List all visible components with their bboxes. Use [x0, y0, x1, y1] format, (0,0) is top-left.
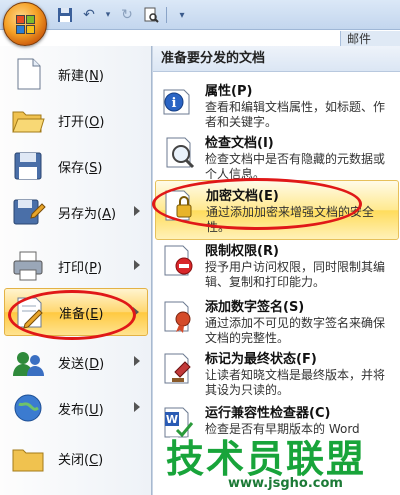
submenu-arrow-icon — [134, 260, 140, 270]
publish-icon — [10, 390, 46, 426]
compatibility-checker-item[interactable]: W 运行兼容性检查器(C) 检查是否有早期版本的 Word — [155, 398, 399, 441]
new-command[interactable]: 新建(N) — [4, 50, 148, 98]
submenu-arrow-icon — [134, 206, 140, 216]
publish-command[interactable]: 发布(U) — [4, 384, 148, 432]
close-folder-icon — [10, 440, 46, 476]
save-command[interactable]: 保存(S) — [4, 142, 148, 190]
new-label: 新建(N) — [58, 68, 104, 84]
save-icon — [10, 148, 46, 184]
save-icon[interactable] — [56, 6, 74, 24]
toolbar-divider — [166, 7, 167, 23]
save-as-label: 另存为(A) — [58, 206, 117, 222]
submenu-arrow-icon — [134, 356, 140, 366]
svg-text:W: W — [166, 413, 178, 426]
save-as-command[interactable]: 另存为(A) — [4, 188, 148, 236]
send-command[interactable]: 发送(D) — [4, 338, 148, 386]
open-folder-icon — [10, 102, 46, 138]
prepare-submenu: 准备要分发的文档 i 属性(P) 查看和编辑文档属性，如标题、作者和关键字。 检… — [152, 46, 400, 495]
digital-signature-item[interactable]: 添加数字签名(S) 通过添加不可见的数字签名来确保文档的完整性。 — [155, 292, 399, 350]
send-label: 发送(D) — [58, 356, 105, 372]
mark-final-icon — [161, 350, 197, 386]
undo-dropdown-icon[interactable]: ▾ — [104, 6, 112, 24]
prepare-icon — [11, 294, 47, 330]
mark-final-item[interactable]: 标记为最终状态(F) 让读者知晓文档是最终版本，并将其设为只读的。 — [155, 344, 399, 402]
submenu-arrow-icon — [133, 307, 139, 317]
open-label: 打开(O) — [58, 114, 105, 130]
properties-icon: i — [161, 82, 197, 118]
submenu-header: 准备要分发的文档 — [153, 46, 400, 72]
redo-icon[interactable]: ↻ — [118, 6, 136, 24]
office-menu-commands: 新建(N) 打开(O) 保存(S) 另存为(A) 打印(P) 准备(E) 发送(… — [0, 46, 152, 495]
send-icon — [10, 344, 46, 380]
close-command[interactable]: 关闭(C) — [4, 434, 148, 482]
quick-access-toolbar: ↶ ▾ ↻ ▾ — [56, 5, 191, 25]
title-bar: ↶ ▾ ↻ ▾ — [0, 0, 400, 30]
save-label: 保存(S) — [58, 160, 103, 176]
inspect-document-item[interactable]: 检查文档(I) 检查文档中是否有隐藏的元数据或个人信息。 — [155, 128, 399, 186]
office-logo-icon — [16, 15, 36, 35]
printer-icon — [10, 248, 46, 284]
encrypt-document-icon — [162, 187, 198, 223]
compatibility-checker-icon: W — [161, 404, 197, 440]
inspect-document-icon — [161, 134, 197, 170]
prepare-label: 准备(E) — [59, 306, 104, 322]
encrypt-document-item[interactable]: 加密文档(E) 通过添加加密来增强文档的安全性。 — [155, 180, 399, 240]
tab-mailings[interactable]: 邮件 — [340, 31, 400, 47]
office-button[interactable] — [3, 2, 47, 46]
open-command[interactable]: 打开(O) — [4, 96, 148, 144]
customize-toolbar-icon[interactable]: ▾ — [173, 6, 191, 24]
restrict-permission-icon — [161, 242, 197, 278]
print-preview-icon[interactable] — [142, 6, 160, 24]
new-document-icon — [10, 56, 46, 92]
close-label: 关闭(C) — [58, 452, 104, 468]
digital-signature-icon — [161, 298, 197, 334]
submenu-arrow-icon — [134, 402, 140, 412]
undo-icon[interactable]: ↶ — [80, 6, 98, 24]
save-as-icon — [10, 194, 46, 230]
publish-label: 发布(U) — [58, 402, 104, 418]
restrict-permission-item[interactable]: 限制权限(R) 授予用户访问权限，同时限制其编辑、复制和打印能力。 — [155, 236, 399, 294]
svg-text:i: i — [172, 96, 177, 111]
print-command[interactable]: 打印(P) — [4, 242, 148, 290]
prepare-command[interactable]: 准备(E) — [4, 288, 148, 336]
properties-item[interactable]: i 属性(P) 查看和编辑文档属性，如标题、作者和关键字。 — [155, 76, 399, 134]
print-label: 打印(P) — [58, 260, 103, 276]
